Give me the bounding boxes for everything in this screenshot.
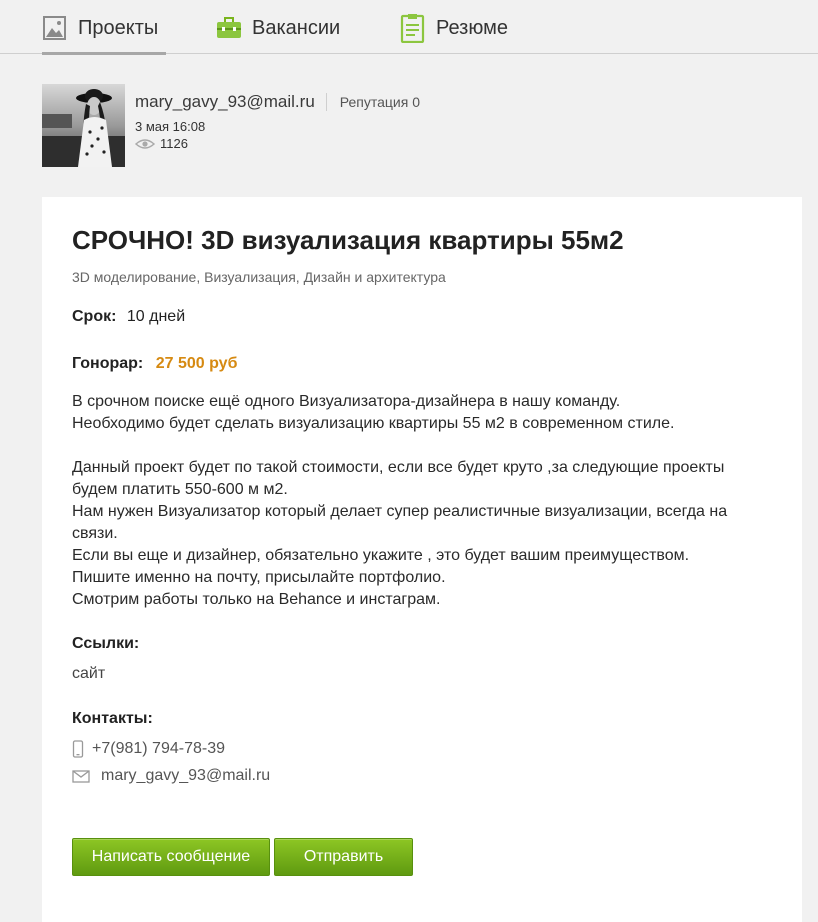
term-value: 10 дней (126, 308, 186, 325)
author-block: mary_gavy_93@mail.ru Репутация 0 3 мая 1… (42, 84, 742, 168)
term-row: Срок: 10 дней (72, 308, 185, 326)
links-heading: Ссылки: (72, 635, 140, 652)
mail-icon (72, 769, 90, 783)
views-value: 1126 (160, 136, 188, 151)
description-line: Нам нужен Визуализатор который делает су… (72, 503, 728, 542)
author-info: mary_gavy_93@mail.ru Репутация 0 3 мая 1… (135, 90, 420, 151)
post-date: 3 мая 16:08 (135, 119, 206, 134)
divider (325, 93, 327, 111)
fee-label: Гонорар: (72, 355, 144, 372)
description-line: Пишите именно на почту, присылайте портф… (72, 569, 446, 586)
send-button[interactable]: Отправить (274, 838, 413, 876)
description-line: Данный проект будет по такой стоимости, … (72, 459, 725, 498)
clipboard-icon (400, 14, 425, 43)
tab-vacancies-label: Вакансии (252, 17, 341, 39)
reputation-label: Репутация 0 (339, 94, 421, 110)
project-description: В срочном поиске ещё одного Визуализатор… (72, 391, 762, 611)
contact-phone: +7(981) 794-78-39 (72, 740, 225, 758)
contact-email: mary_gavy_93@mail.ru (72, 767, 270, 785)
avatar-photo (42, 84, 125, 167)
phone-value[interactable]: +7(981) 794-78-39 (92, 740, 225, 758)
contact-email-value[interactable]: mary_gavy_93@mail.ru (101, 767, 270, 785)
project-title: СРОЧНО! 3D визуализация квартиры 55м2 (72, 225, 624, 255)
tab-vacancies[interactable]: Вакансии (216, 10, 340, 54)
top-navigation: Проекты Вакансии Резюме (0, 0, 818, 55)
avatar[interactable] (42, 84, 125, 167)
image-icon (43, 16, 66, 40)
fee-value: 27 500 руб (155, 355, 238, 372)
project-card: СРОЧНО! 3D визуализация квартиры 55м2 3D… (42, 197, 802, 922)
views-count: 1126 (135, 136, 420, 151)
description-line: Если вы еще и дизайнер, обязательно укаж… (72, 547, 690, 564)
author-email-link[interactable]: mary_gavy_93@mail.ru (135, 92, 315, 112)
description-line: Необходимо будет сделать визуализацию кв… (72, 415, 675, 432)
tab-resume-label: Резюме (436, 17, 508, 39)
eye-icon (135, 138, 155, 149)
description-line: В срочном поиске ещё одного Визуализатор… (72, 393, 621, 410)
fee-row: Гонорар: 27 500 руб (72, 355, 237, 373)
tab-projects-label: Проекты (78, 17, 159, 39)
write-message-button[interactable]: Написать сообщение (72, 838, 270, 876)
phone-icon (72, 740, 84, 758)
project-categories: 3D моделирование, Визуализация, Дизайн и… (72, 269, 446, 285)
contacts-heading: Контакты: (72, 710, 153, 727)
description-line: Смотрим работы только на Behance и инста… (72, 591, 441, 608)
author-email-row: mary_gavy_93@mail.ru Репутация 0 (135, 90, 420, 114)
tab-resume[interactable]: Резюме (400, 10, 508, 54)
term-label: Срок: (72, 308, 117, 325)
tab-projects[interactable]: Проекты (42, 10, 166, 55)
briefcase-icon (217, 17, 241, 38)
site-link[interactable]: сайт (72, 665, 105, 683)
